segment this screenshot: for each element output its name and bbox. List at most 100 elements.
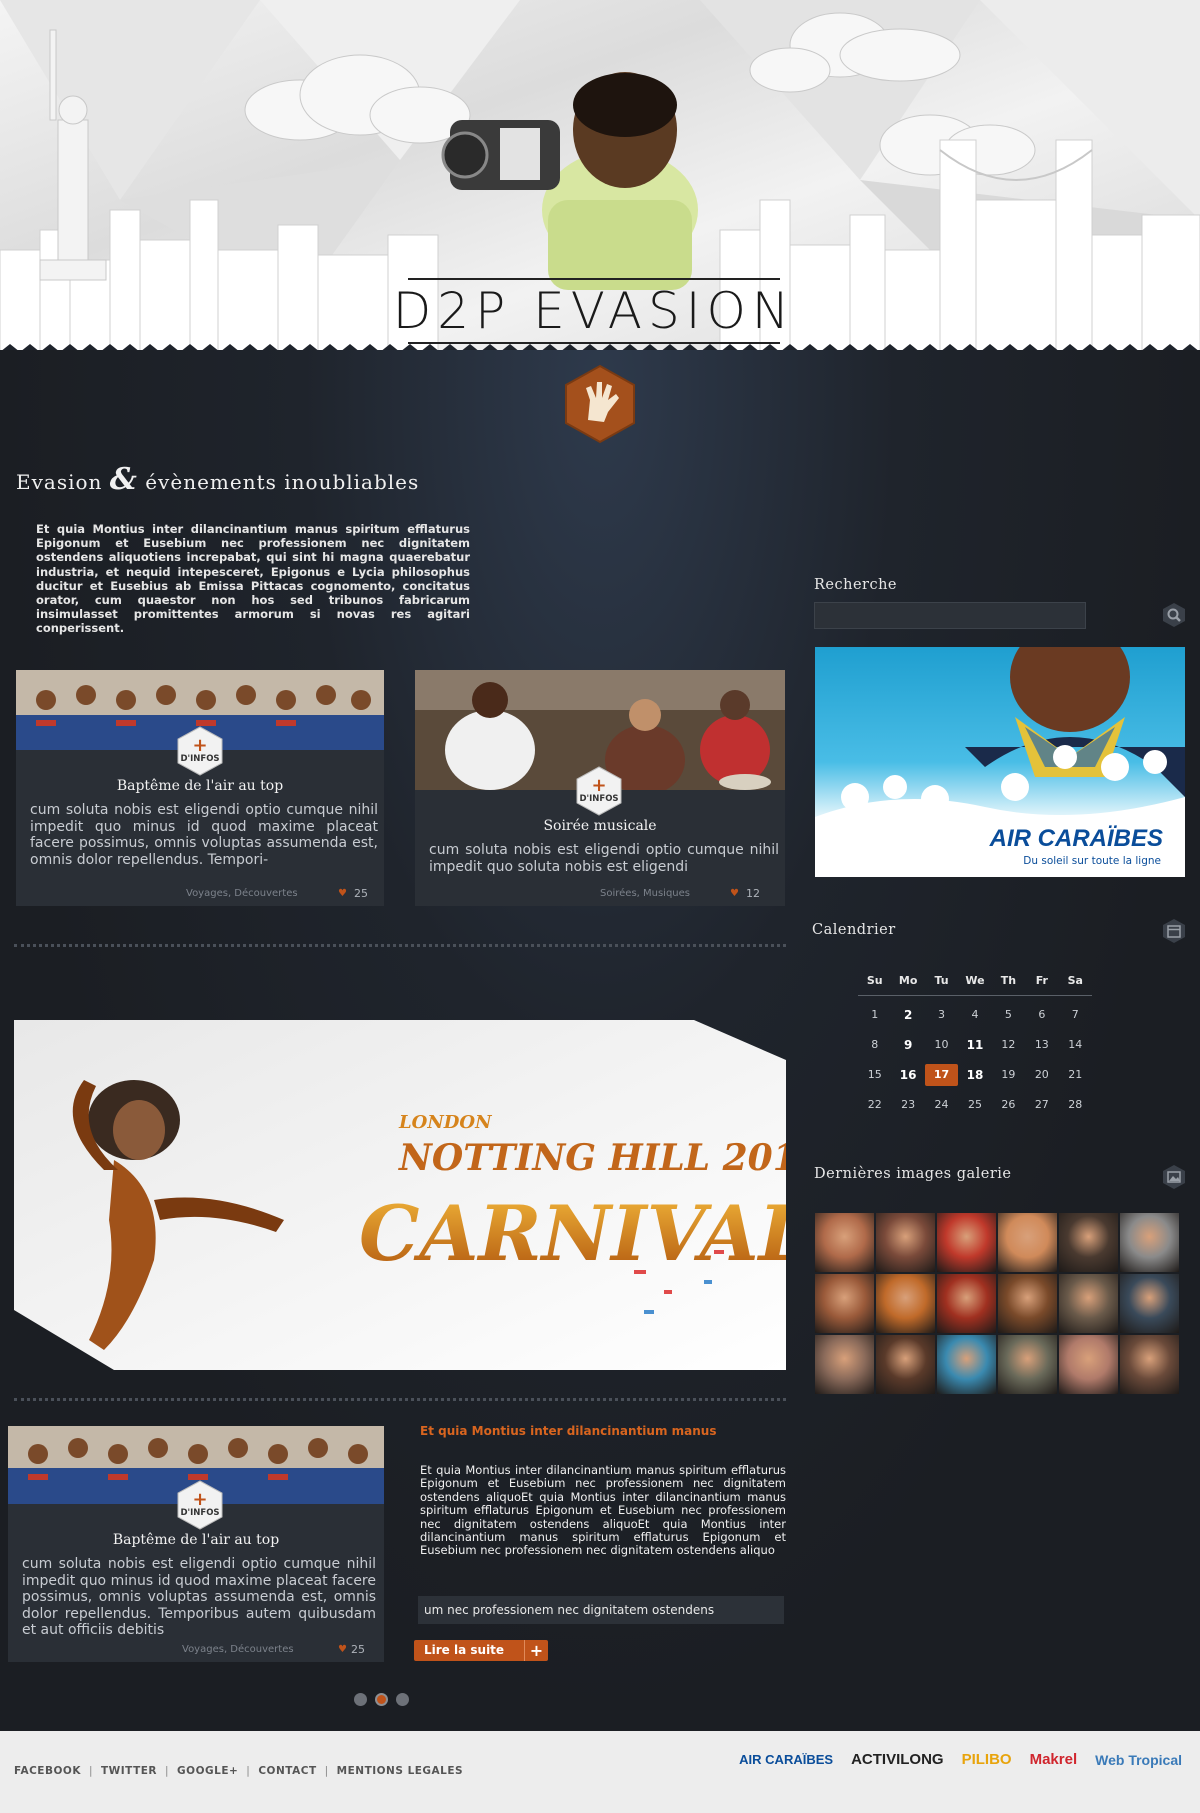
calendar-day: 24 xyxy=(934,1098,949,1111)
gallery-thumbnail[interactable] xyxy=(876,1274,935,1333)
gallery-thumbnail[interactable] xyxy=(815,1335,874,1394)
partner-logo[interactable]: AIR CARAÏBES xyxy=(739,1752,833,1767)
air-caraibes-ad[interactable]: AIR CARAÏBES Du soleil sur toute la lign… xyxy=(815,647,1185,877)
gallery-thumbnail[interactable] xyxy=(1120,1213,1179,1272)
calendar-day[interactable]: 2 xyxy=(891,1004,924,1026)
event-card[interactable]: + D'INFOS Baptême de l'air au top cum so… xyxy=(16,670,384,906)
intro-title: Evasion & évènements inoubliables xyxy=(16,462,536,497)
event-card[interactable]: + D'INFOS Baptême de l'air au top cum so… xyxy=(8,1426,384,1662)
gallery-thumbnail[interactable] xyxy=(876,1335,935,1394)
calendar-weekday: Sa xyxy=(1067,973,1083,987)
calendar-weekday: We xyxy=(965,973,985,987)
calendar-day[interactable]: 18 xyxy=(958,1064,991,1086)
footer-separator: | xyxy=(165,1765,170,1777)
event-card[interactable]: + D'INFOS Soirée musicale cum soluta nob… xyxy=(415,670,785,906)
heart-icon[interactable]: ♥ xyxy=(730,888,739,899)
calendar-week: 8 9 10 11 12 13 14 xyxy=(858,1030,1092,1060)
gallery-thumbnail[interactable] xyxy=(1120,1274,1179,1333)
calendar-day: 8 xyxy=(871,1038,879,1051)
footer-link[interactable]: CONTACT xyxy=(258,1765,316,1777)
gallery-thumbnail[interactable] xyxy=(1120,1335,1179,1394)
calendar-day[interactable]: 16 xyxy=(891,1064,924,1086)
calendar-icon xyxy=(1163,919,1185,943)
site-logo[interactable]: D2P EVASION xyxy=(393,278,789,344)
partner-logos: AIR CARAÏBES ACTIVILONG PILIBO Makrel Web Tr… xyxy=(739,1751,1182,1768)
gallery-thumbnail[interactable] xyxy=(937,1274,996,1333)
footer-nav: FACEBOOK | TWITTER | GOOGLE+ | CONTACT | MENTION… xyxy=(14,1765,463,1777)
pager-dot-active[interactable] xyxy=(375,1693,388,1706)
gallery-thumbnail[interactable] xyxy=(1059,1335,1118,1394)
footer-link[interactable]: FACEBOOK xyxy=(14,1765,81,1777)
gallery-thumbnail[interactable] xyxy=(998,1335,1057,1394)
site-header: D2P EVASION xyxy=(0,0,1200,370)
gallery-thumbnail[interactable] xyxy=(937,1335,996,1394)
read-more-button[interactable]: Lire la suite + xyxy=(414,1640,548,1661)
calendar-day[interactable]: 11 xyxy=(958,1034,991,1056)
calendar-day: 20 xyxy=(1034,1068,1049,1081)
gallery-thumbnail[interactable] xyxy=(937,1213,996,1272)
calendar-weekday: Mo xyxy=(898,973,918,987)
ad-brand: AIR CARAÏBES xyxy=(989,825,1163,852)
gallery-thumbnail[interactable] xyxy=(1059,1213,1118,1272)
search-icon[interactable] xyxy=(1162,602,1186,628)
calendar-day: 12 xyxy=(1001,1038,1016,1051)
gallery-thumbnail[interactable] xyxy=(876,1213,935,1272)
plus-icon: + xyxy=(591,775,607,796)
calendar-weekday: Tu xyxy=(934,973,949,987)
intro-title-part2: évènements inoubliables xyxy=(145,470,420,494)
card-title: Baptême de l'air au top xyxy=(112,1532,280,1548)
more-info-button[interactable]: + D'INFOS xyxy=(177,726,223,776)
article-title[interactable]: Et quia Montius inter dilancinantium man… xyxy=(420,1424,780,1438)
like-count: 25 xyxy=(354,887,368,900)
intro-title-part1: Evasion xyxy=(16,470,103,494)
pager-dot[interactable] xyxy=(354,1693,367,1706)
image-gallery-icon xyxy=(1163,1165,1185,1189)
card-tags[interactable]: Voyages, Découvertes xyxy=(186,888,298,899)
partner-logo[interactable]: Makrel xyxy=(1030,1751,1078,1768)
pager-dot[interactable] xyxy=(396,1693,409,1706)
banner-line3: CARNIVAL xyxy=(359,1189,786,1278)
gallery-grid xyxy=(815,1213,1181,1394)
card-text: cum soluta nobis est eligendi optio cumq… xyxy=(30,802,378,868)
footer-link[interactable]: GOOGLE+ xyxy=(177,1765,238,1777)
gallery-thumbnail[interactable] xyxy=(1059,1274,1118,1333)
calendar-day: 13 xyxy=(1034,1038,1049,1051)
calendar-day: 21 xyxy=(1068,1068,1083,1081)
calendar-day: 1 xyxy=(871,1008,879,1021)
heart-icon[interactable]: ♥ xyxy=(338,1644,347,1655)
gallery-thumbnail[interactable] xyxy=(998,1274,1057,1333)
card-tags[interactable]: Soirées, Musiques xyxy=(600,888,690,899)
calendar-day: 14 xyxy=(1068,1038,1083,1051)
intro-text: Et quia Montius inter dilancinantium man… xyxy=(36,522,470,636)
gallery-thumbnail[interactable] xyxy=(815,1274,874,1333)
section-divider xyxy=(14,944,786,947)
calendar-day: 27 xyxy=(1034,1098,1049,1111)
hand-logo-icon xyxy=(565,364,635,444)
partner-logo[interactable]: PILIBO xyxy=(962,1751,1012,1768)
footer-link[interactable]: MENTIONS LEGALES xyxy=(337,1765,463,1777)
heart-icon[interactable]: ♥ xyxy=(338,888,347,899)
calendar-day: 25 xyxy=(967,1098,982,1111)
footer-separator: | xyxy=(88,1765,94,1777)
card-tags[interactable]: Voyages, Découvertes xyxy=(182,1644,294,1655)
like-count: 25 xyxy=(351,1643,365,1656)
footer-link[interactable]: TWITTER xyxy=(101,1765,157,1777)
calendar-title: Calendrier xyxy=(812,922,896,938)
gallery-thumbnail[interactable] xyxy=(998,1213,1057,1272)
search-input[interactable] xyxy=(814,602,1086,629)
gallery-thumbnail[interactable] xyxy=(815,1213,874,1272)
more-info-button[interactable]: + D'INFOS xyxy=(177,1480,223,1530)
ad-slogan: Du soleil sur toute la ligne xyxy=(1023,855,1161,867)
like-count: 12 xyxy=(746,887,760,900)
calendar-today[interactable]: 17 xyxy=(924,1064,959,1086)
calendar-day: 4 xyxy=(971,1008,979,1021)
more-info-button[interactable]: + D'INFOS xyxy=(576,766,622,816)
calendar-weekdays: Su Mo Tu We Th Fr Sa xyxy=(858,966,1092,996)
carnival-banner[interactable]: LONDON NOTTING HILL 2013 CARNIVAL xyxy=(14,1020,786,1370)
calendar-day[interactable]: 9 xyxy=(891,1034,924,1056)
partner-logo[interactable]: ACTIVILONG xyxy=(851,1751,944,1768)
calendar-day: 22 xyxy=(867,1098,882,1111)
partner-logo[interactable]: Web Tropical xyxy=(1095,1752,1182,1768)
calendar-day: 19 xyxy=(1001,1068,1016,1081)
calendar-day: 10 xyxy=(934,1038,949,1051)
